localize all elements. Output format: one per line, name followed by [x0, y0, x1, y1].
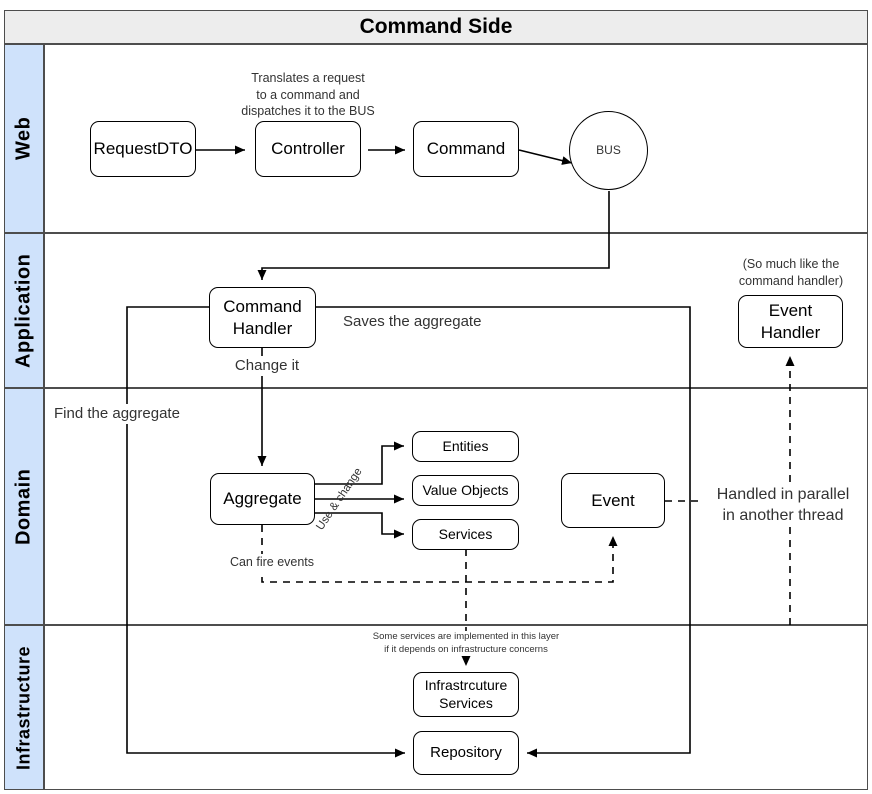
node-request-dto[interactable]: RequestDTO: [90, 121, 196, 177]
node-event-handler-label: Event Handler: [760, 301, 821, 342]
annotation-change-it: Change it: [222, 356, 312, 376]
node-bus[interactable]: BUS: [569, 111, 648, 190]
edge-command-bus: [518, 149, 573, 165]
node-aggregate[interactable]: Aggregate: [210, 473, 315, 525]
node-command-label: Command: [426, 139, 506, 159]
annotation-saves-aggregate: Saves the aggregate: [340, 312, 546, 332]
node-controller-label: Controller: [271, 139, 345, 159]
node-services[interactable]: Services: [412, 519, 519, 550]
node-event-label: Event: [591, 490, 635, 510]
node-controller[interactable]: Controller: [255, 121, 361, 177]
node-infrastructure-services[interactable]: Infrastrcuture Services: [413, 672, 519, 717]
node-aggregate-label: Aggregate: [223, 489, 302, 509]
node-event-handler[interactable]: Event Handler: [738, 295, 843, 348]
node-infrastructure-services-label: Infrastrcuture Services: [424, 677, 508, 711]
annotation-find-aggregate: Find the aggregate: [51, 404, 237, 424]
node-request-dto-label: RequestDTO: [93, 139, 193, 159]
node-entities-label: Entities: [442, 437, 489, 454]
annotation-translates: Translates a request to a command and di…: [241, 71, 375, 118]
node-value-objects[interactable]: Value Objects: [412, 475, 519, 506]
annotation-so-much-like: (So much like the command handler): [738, 257, 844, 288]
annotation-can-fire-events: Can fire events: [213, 554, 331, 571]
annotation-handled-parallel: Handled in parallel in another thread: [703, 484, 863, 527]
node-command-handler[interactable]: Command Handler: [209, 287, 316, 348]
diagram-canvas: Command Side Web Application Domain Infr…: [0, 0, 872, 794]
node-entities[interactable]: Entities: [412, 431, 519, 462]
annotation-some-services: Some services are implemented in this la…: [366, 631, 566, 657]
node-bus-label: BUS: [596, 143, 621, 157]
node-value-objects-label: Value Objects: [422, 481, 509, 498]
node-command-handler-label: Command Handler: [223, 297, 302, 338]
node-command[interactable]: Command: [413, 121, 519, 177]
edge-bus-commandhandler: [257, 191, 610, 280]
node-repository-label: Repository: [430, 743, 502, 761]
node-services-label: Services: [438, 525, 493, 542]
node-event[interactable]: Event: [561, 473, 665, 528]
node-repository[interactable]: Repository: [413, 731, 519, 775]
